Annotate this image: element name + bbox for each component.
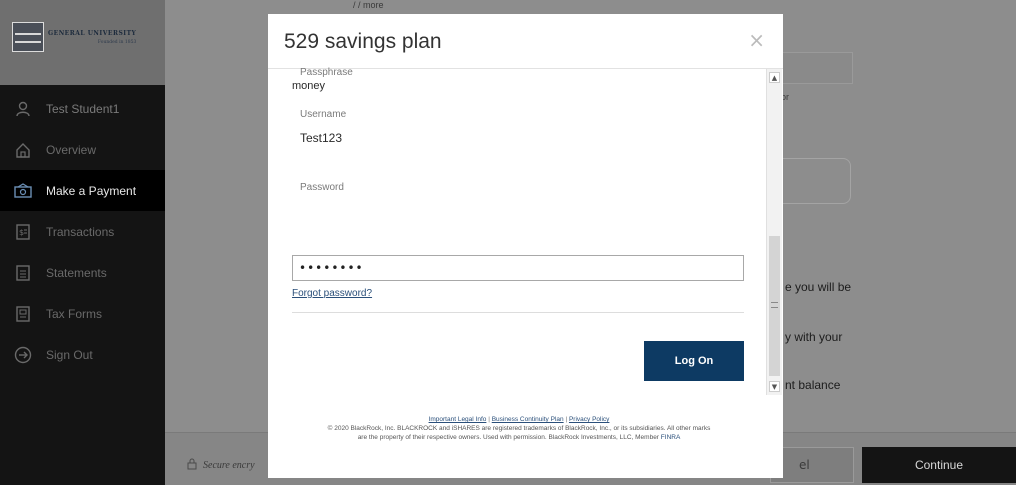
forgot-password-link[interactable]: Forgot password? xyxy=(292,288,372,299)
scrollbar-grip-icon xyxy=(771,302,778,308)
sidebar-item-label: Overview xyxy=(46,142,97,157)
legal-footer: Important Legal Info | Business Continui… xyxy=(272,415,766,442)
sidebar-item-label: Test Student1 xyxy=(46,101,120,116)
finra-link[interactable]: FINRA xyxy=(661,434,681,441)
sidebar-item-label: Tax Forms xyxy=(46,306,103,321)
bg-text-line2: y with your xyxy=(785,330,843,344)
lock-icon xyxy=(187,458,197,473)
passphrase-value: money xyxy=(292,80,326,92)
sidebar-item-statements[interactable]: Statements xyxy=(0,252,165,293)
continue-button[interactable]: Continue xyxy=(862,447,1016,483)
bg-top-text: / / more xyxy=(353,0,384,10)
sidebar-item-label: Transactions xyxy=(46,224,115,239)
legal-line2: are the property of their respective own… xyxy=(357,434,659,441)
sidebar-item-label: Make a Payment xyxy=(46,183,137,198)
scroll-down-arrow-icon[interactable]: ▼ xyxy=(769,381,780,392)
bg-text-line1: e you will be xyxy=(785,280,852,294)
legal-links: Important Legal Info | Business Continui… xyxy=(272,415,766,424)
username-value: Test123 xyxy=(300,131,343,145)
divider xyxy=(292,312,744,313)
passphrase-label: Passphrase xyxy=(300,67,353,78)
logo-building-icon xyxy=(12,22,44,52)
sign-out-icon xyxy=(14,346,32,364)
legal-line1: © 2020 BlackRock, Inc. BLACKROCK and iSH… xyxy=(327,425,711,432)
logo-subtitle: Founded in 1853 xyxy=(97,39,137,45)
statements-icon xyxy=(14,264,32,282)
sidebar-item-user[interactable]: Test Student1 xyxy=(0,88,165,129)
payment-icon xyxy=(14,182,32,200)
legal-line2-wrap: are the property of their respective own… xyxy=(272,433,766,442)
sidebar-item-make-a-payment[interactable]: Make a Payment xyxy=(0,170,165,211)
legal-separator: | xyxy=(488,416,490,423)
frame-scrollbar[interactable]: ▲ ▼ xyxy=(766,69,782,395)
bg-rounded-field xyxy=(771,158,851,204)
home-icon xyxy=(14,141,32,159)
sidebar-item-label: Statements xyxy=(46,265,107,280)
privacy-policy-link[interactable]: Privacy Policy xyxy=(569,416,609,423)
secure-notice: Secure encry xyxy=(187,458,255,473)
scrollbar-thumb[interactable] xyxy=(769,236,780,376)
svg-text:$: $ xyxy=(19,228,24,237)
university-logo[interactable]: GENERAL UNIVERSITY Founded in 1853 xyxy=(12,22,136,52)
legal-info-link[interactable]: Important Legal Info xyxy=(429,416,487,423)
log-on-button[interactable]: Log On xyxy=(644,341,744,381)
legal-separator: | xyxy=(565,416,568,423)
logo-area: GENERAL UNIVERSITY Founded in 1853 xyxy=(0,0,165,85)
close-icon[interactable]: × xyxy=(748,28,765,52)
sidebar-item-label: Sign Out xyxy=(46,347,93,362)
bg-input-field xyxy=(771,52,853,84)
logo-name: GENERAL UNIVERSITY xyxy=(48,29,137,37)
modal-header: 529 savings plan × xyxy=(268,14,783,69)
sidebar-item-sign-out[interactable]: Sign Out xyxy=(0,334,165,375)
sidebar-item-tax-forms[interactable]: Tax Forms xyxy=(0,293,165,334)
user-icon xyxy=(14,100,32,118)
login-frame: Passphrase money Username Test123 Passwo… xyxy=(268,67,783,409)
sidebar-nav: Test Student1 Overview Make a Payment $ … xyxy=(0,88,165,375)
scroll-up-arrow-icon[interactable]: ▲ xyxy=(769,72,780,83)
sidebar-item-overview[interactable]: Overview xyxy=(0,129,165,170)
username-label: Username xyxy=(300,109,347,120)
password-label: Password xyxy=(300,182,344,193)
sidebar: GENERAL UNIVERSITY Founded in 1853 Test … xyxy=(0,0,165,485)
transactions-icon: $ xyxy=(14,223,32,241)
bg-text-line3: nt balance xyxy=(785,378,841,392)
sidebar-item-transactions[interactable]: $ Transactions xyxy=(0,211,165,252)
password-input[interactable]: •••••••• xyxy=(292,255,744,281)
modal-title: 529 savings plan xyxy=(284,30,442,53)
savings-plan-modal: 529 savings plan × Passphrase money User… xyxy=(268,14,783,478)
modal-body: Passphrase money Username Test123 Passwo… xyxy=(268,67,783,478)
business-continuity-link[interactable]: Business Continuity Plan xyxy=(492,416,564,423)
secure-text: Secure encry xyxy=(203,460,255,471)
tax-forms-icon xyxy=(14,305,32,323)
